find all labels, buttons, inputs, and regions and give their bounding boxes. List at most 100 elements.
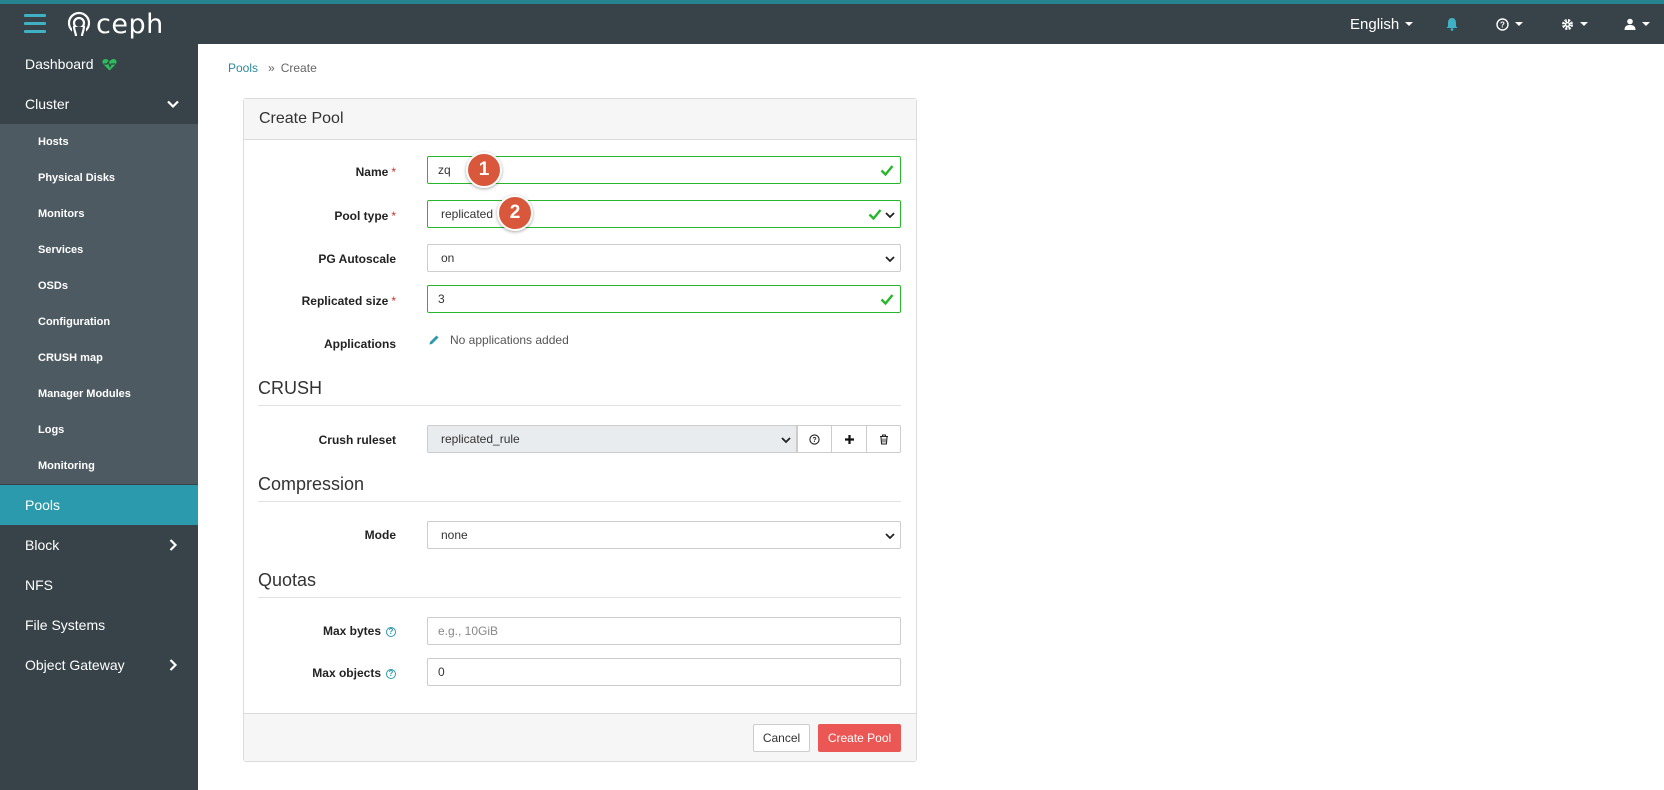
max-objects-label-text: Max objects bbox=[312, 666, 381, 680]
chevron-down-icon bbox=[1405, 22, 1414, 26]
bell-icon bbox=[1446, 18, 1458, 31]
sidebar-item-monitoring[interactable]: Monitoring bbox=[0, 448, 198, 484]
sidebar-item-label: Object Gateway bbox=[25, 657, 125, 673]
max-bytes-label: Max bytes? bbox=[246, 624, 396, 638]
breadcrumb-current: Create bbox=[280, 61, 317, 75]
plus-icon bbox=[844, 434, 854, 444]
compression-mode-value: none bbox=[441, 528, 468, 542]
sidebar-item-logs[interactable]: Logs bbox=[0, 412, 198, 448]
card-title: Create Pool bbox=[259, 110, 344, 127]
required-mark: * bbox=[391, 209, 396, 223]
chevron-down-icon bbox=[167, 100, 179, 109]
required-mark: * bbox=[391, 294, 396, 308]
applications-value: No applications added bbox=[450, 333, 569, 347]
sidebar-item-object-gateway[interactable]: Object Gateway bbox=[0, 645, 198, 685]
pool-type-label: Pool type * bbox=[246, 209, 396, 223]
quotas-section-title: Quotas bbox=[258, 570, 901, 598]
sidebar-item-configuration[interactable]: Configuration bbox=[0, 304, 198, 340]
compression-mode-select[interactable]: none bbox=[427, 521, 901, 549]
user-menu-button[interactable] bbox=[1624, 4, 1650, 44]
svg-text:?: ? bbox=[1500, 20, 1505, 29]
help-menu-button[interactable]: ? bbox=[1496, 4, 1523, 44]
max-objects-label: Max objects? bbox=[246, 666, 396, 680]
sidebar-item-monitors[interactable]: Monitors bbox=[0, 196, 198, 232]
sidebar-item-crush-map[interactable]: CRUSH map bbox=[0, 340, 198, 376]
language-dropdown[interactable]: English bbox=[1350, 4, 1414, 44]
chevron-right-icon bbox=[169, 539, 178, 551]
breadcrumb-pools-link[interactable]: Pools bbox=[228, 61, 258, 75]
help-icon[interactable]: ? bbox=[386, 627, 396, 637]
create-pool-button[interactable]: Create Pool bbox=[818, 724, 901, 752]
chevron-down-icon bbox=[1580, 22, 1588, 26]
delete-crush-rule-button[interactable] bbox=[866, 425, 901, 453]
name-label: Name * bbox=[246, 165, 396, 179]
sidebar-item-physical-disks[interactable]: Physical Disks bbox=[0, 160, 198, 196]
max-objects-input[interactable]: 0 bbox=[427, 658, 901, 686]
chevron-down-icon bbox=[885, 212, 895, 219]
max-objects-value: 0 bbox=[438, 665, 445, 679]
crush-ruleset-value: replicated_rule bbox=[441, 432, 520, 446]
chevron-down-icon bbox=[781, 437, 791, 444]
crush-ruleset-label: Crush ruleset bbox=[318, 433, 396, 447]
add-crush-rule-button[interactable] bbox=[831, 425, 867, 453]
sidebar-item-label: Block bbox=[25, 537, 60, 553]
sidebar-item-pools[interactable]: Pools bbox=[0, 485, 198, 525]
pencil-icon[interactable] bbox=[428, 334, 440, 346]
cancel-button[interactable]: Cancel bbox=[753, 724, 810, 752]
sidebar-item-cluster[interactable]: Cluster bbox=[0, 84, 198, 124]
help-icon[interactable]: ? bbox=[386, 669, 396, 679]
sidebar-item-nfs[interactable]: NFS bbox=[0, 565, 198, 605]
sidebar-item-file-systems[interactable]: File Systems bbox=[0, 605, 198, 645]
sidebar-item-hosts[interactable]: Hosts bbox=[0, 124, 198, 160]
sidebar-item-label: File Systems bbox=[25, 617, 106, 633]
sidebar-item-services[interactable]: Services bbox=[0, 232, 198, 268]
check-icon bbox=[880, 294, 894, 306]
crush-ruleset-select[interactable]: replicated_rule bbox=[427, 425, 797, 453]
pool-type-label-text: Pool type bbox=[334, 209, 389, 223]
applications-field: No applications added bbox=[428, 333, 569, 347]
card-footer bbox=[244, 713, 916, 761]
menu-toggle-icon[interactable] bbox=[24, 14, 46, 34]
svg-text:?: ? bbox=[812, 437, 816, 444]
sidebar-item-block[interactable]: Block bbox=[0, 525, 198, 565]
check-icon bbox=[868, 209, 882, 221]
chevron-right-icon bbox=[169, 659, 178, 671]
sidebar-item-dashboard[interactable]: Dashboard bbox=[0, 44, 198, 84]
sidebar-item-label: Dashboard bbox=[25, 56, 94, 72]
sidebar-item-manager-modules[interactable]: Manager Modules bbox=[0, 376, 198, 412]
language-label: English bbox=[1350, 15, 1400, 33]
compression-mode-label: Mode bbox=[364, 528, 396, 542]
chevron-down-icon bbox=[885, 256, 895, 263]
annotation-badge-1: 1 bbox=[466, 152, 502, 188]
max-bytes-input[interactable]: e.g., 10GiB bbox=[427, 617, 901, 645]
sidebar-item-label: Cluster bbox=[25, 96, 70, 112]
name-label-text: Name bbox=[355, 165, 389, 179]
notifications-button[interactable] bbox=[1445, 4, 1459, 44]
brand-name: ceph bbox=[96, 8, 164, 40]
crush-section-title: CRUSH bbox=[258, 378, 901, 406]
chevron-down-icon bbox=[885, 533, 895, 540]
chevron-down-icon bbox=[1642, 22, 1650, 26]
sidebar-item-label: NFS bbox=[25, 577, 53, 593]
replicated-size-input[interactable]: 3 bbox=[427, 285, 901, 313]
pg-autoscale-select[interactable]: on bbox=[427, 244, 901, 272]
replicated-size-label: Replicated size * bbox=[246, 294, 396, 308]
settings-menu-button[interactable] bbox=[1561, 4, 1588, 44]
sidebar-item-label: Pools bbox=[25, 497, 61, 513]
crush-info-button[interactable]: ? bbox=[797, 425, 832, 453]
pool-type-value: replicated bbox=[441, 207, 494, 221]
check-icon bbox=[880, 165, 894, 177]
gear-icon bbox=[1562, 18, 1573, 30]
compression-section-title: Compression bbox=[258, 474, 901, 502]
card-header: Create Pool bbox=[244, 99, 916, 140]
required-mark: * bbox=[391, 165, 396, 179]
sidebar-item-osds[interactable]: OSDs bbox=[0, 268, 198, 304]
breadcrumb: Pools » Create bbox=[228, 61, 317, 75]
annotation-badge-2: 2 bbox=[497, 195, 533, 231]
brand-logo[interactable]: ceph bbox=[66, 8, 164, 40]
replicated-size-value: 3 bbox=[438, 292, 445, 306]
name-input-value: zq bbox=[438, 163, 451, 177]
max-bytes-placeholder: e.g., 10GiB bbox=[438, 624, 499, 638]
applications-label: Applications bbox=[323, 337, 396, 351]
top-navbar: ceph bbox=[0, 4, 1664, 44]
